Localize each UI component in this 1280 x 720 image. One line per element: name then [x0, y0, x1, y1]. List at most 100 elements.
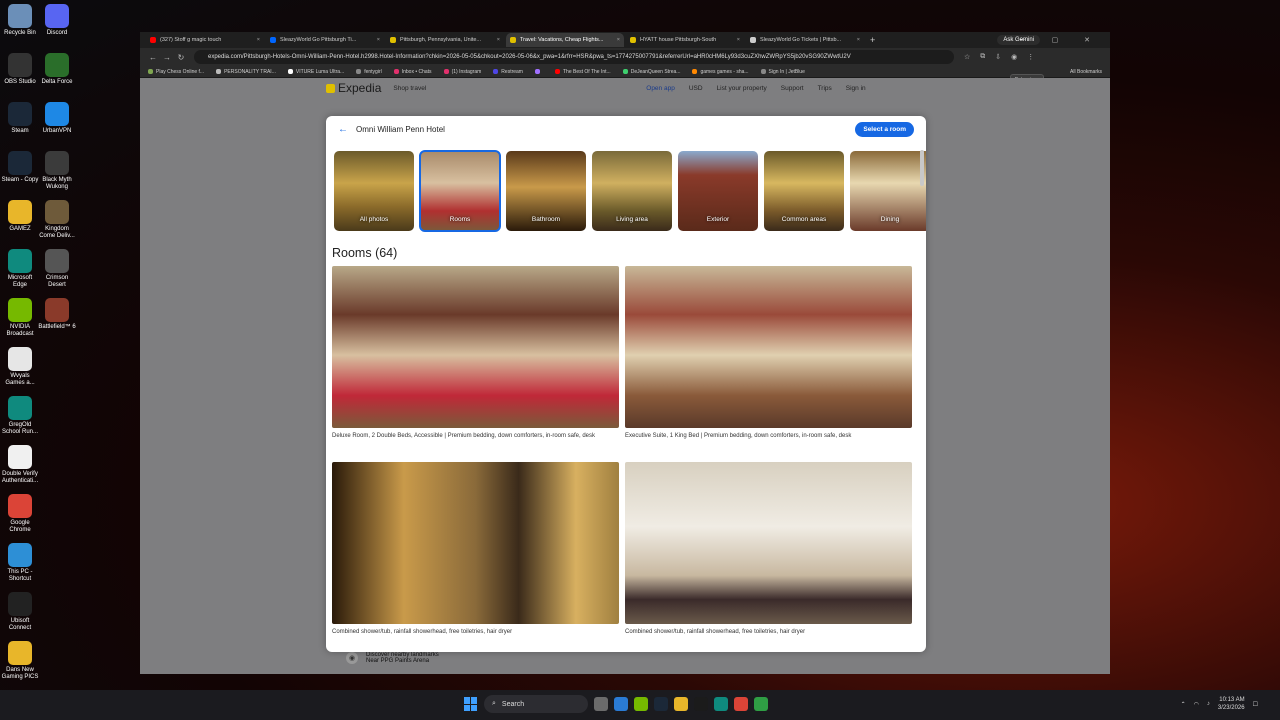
url-input[interactable]: expedia.com/Pittsburgh-Hotels-Omni-Willi… [194, 50, 954, 64]
desktop-icon[interactable]: Steam - Copy [0, 151, 40, 184]
nearby-landmarks[interactable]: ◉ Discover nearby landmarks Near PPG Pai… [346, 652, 439, 664]
calculator-icon[interactable] [694, 697, 708, 711]
desktop-icon[interactable]: Google Chrome [0, 494, 40, 534]
chevron-up-icon[interactable]: ⌃ [1181, 701, 1186, 708]
room-photo[interactable] [625, 462, 912, 624]
open-app-link[interactable]: Open app [646, 85, 675, 92]
close-tab-icon[interactable]: × [377, 37, 380, 43]
bookmark-item[interactable]: Restream [493, 69, 523, 75]
browser-tab[interactable]: (327) Stoff g magic touch × [146, 33, 264, 47]
close-tab-icon[interactable]: × [257, 37, 260, 43]
desktop-icon[interactable]: Dans New Gaming PICS [0, 641, 40, 681]
reload-icon[interactable]: ↻ [174, 53, 188, 62]
chrome-icon[interactable] [734, 697, 748, 711]
photo-category[interactable]: Dining [850, 151, 926, 231]
desktop-icon[interactable]: Battlefield™ 6 [37, 298, 77, 331]
room-photo[interactable] [332, 266, 619, 428]
modal-scrollbar[interactable] [920, 150, 924, 186]
windows-start-icon[interactable] [464, 697, 478, 711]
expedia-logo[interactable]: Expedia [326, 81, 381, 95]
desktop-icon[interactable]: Ubisoft Connect [0, 592, 40, 632]
room-photo[interactable] [625, 266, 912, 428]
new-tab-button[interactable]: + [870, 35, 875, 45]
desktop-icon[interactable]: OBS Studio [0, 53, 40, 86]
browser-tab[interactable]: SleazyWorld Go Pittsburgh Ti... × [266, 33, 384, 47]
bookmark-item[interactable] [534, 69, 543, 74]
steam-icon[interactable] [654, 697, 668, 711]
select-room-button[interactable]: Select a room [855, 121, 914, 137]
window-controls[interactable]: ─ ▢ ✕ [1021, 36, 1102, 44]
menu-icon[interactable]: ⋮ [1027, 53, 1034, 61]
desktop-icon[interactable]: Double Verify Authenticati... [0, 445, 40, 485]
close-tab-icon[interactable]: × [617, 37, 620, 43]
wifi-icon[interactable]: ◠ [1194, 701, 1199, 708]
volume-icon[interactable]: ♪ [1207, 701, 1210, 707]
extensions-icon[interactable]: ⧉ [980, 53, 985, 61]
trips-link[interactable]: Trips [818, 85, 832, 92]
desktop-icon[interactable]: Microsoft Edge [0, 249, 40, 289]
bookmark-item[interactable]: The Best Of The Int... [554, 69, 611, 75]
file-explorer-icon[interactable] [674, 697, 688, 711]
desktop-icon[interactable]: Recycle Bin [0, 4, 40, 37]
forward-icon[interactable]: → [160, 53, 174, 62]
browser-tab[interactable]: SleazyWorld Go Tickets | Pittsb... × [746, 33, 864, 47]
bookmark-item[interactable]: Sign In | JetBlue [760, 69, 805, 75]
shop-travel-menu[interactable]: Shop travel [393, 85, 426, 92]
desktop-icon[interactable]: Discord [37, 4, 77, 37]
desktop-icon[interactable]: Delta Force [37, 53, 77, 86]
desktop-icon[interactable]: GAMEZ [0, 200, 40, 233]
desktop-icon[interactable]: Crimson Desert [37, 249, 77, 289]
task-view-icon[interactable] [594, 697, 608, 711]
profile-icon[interactable]: ◉ [1011, 53, 1017, 61]
chrome-icon[interactable] [754, 697, 768, 711]
desktop-icon[interactable]: GregOld School Run... [0, 396, 40, 436]
browser-tab[interactable]: Pittsburgh, Pennsylvania, Unite... × [386, 33, 504, 47]
notification-icon[interactable]: ☐ [1253, 701, 1258, 708]
room-photo-card[interactable]: Deluxe Room, 2 Double Beds, Accessible |… [332, 266, 619, 462]
bookmark-item[interactable]: DeJeanQueen Strea... [622, 69, 680, 75]
list-property-link[interactable]: List your property [717, 85, 767, 92]
close-tab-icon[interactable]: × [857, 37, 860, 43]
desktop-icon[interactable]: Steam [0, 102, 40, 135]
desktop-icon[interactable]: Wvyals Games a... [0, 347, 40, 387]
taskbar-search[interactable]: ⌕ Search [484, 695, 588, 713]
bookmark-item[interactable]: VITURE Luma Ultra... [287, 69, 344, 75]
support-link[interactable]: Support [781, 85, 804, 92]
back-icon[interactable]: ← [146, 53, 160, 62]
settings-icon[interactable] [614, 697, 628, 711]
desktop-icon[interactable]: NVIDIA Broadcast [0, 298, 40, 338]
bookmark-item[interactable]: (1) Instagram [443, 69, 481, 75]
browser-tab[interactable]: Travel: Vacations, Cheap Flights... × [506, 33, 624, 47]
desktop-icon[interactable]: Kingdom Come Deliv... [37, 200, 77, 240]
bookmark-item[interactable]: Inbox • Chats [393, 69, 432, 75]
currency-selector[interactable]: USD [689, 85, 703, 92]
desktop-icon[interactable]: Black Myth Wukong [37, 151, 77, 191]
room-photo-card[interactable]: Executive Suite, 1 King Bed | Premium be… [625, 266, 912, 462]
close-tab-icon[interactable]: × [737, 37, 740, 43]
download-icon[interactable]: ⇩ [995, 53, 1001, 61]
room-photo[interactable] [332, 462, 619, 624]
photo-category[interactable]: Living area [592, 151, 672, 231]
edge-icon[interactable] [714, 697, 728, 711]
clock[interactable]: 10:13 AM 3/23/2026 [1218, 696, 1245, 712]
desktop-icon[interactable]: This PC - Shortcut [0, 543, 40, 583]
close-tab-icon[interactable]: × [497, 37, 500, 43]
nvidia-icon[interactable] [634, 697, 648, 711]
all-bookmarks-button[interactable]: All Bookmarks [1070, 69, 1102, 75]
photo-category[interactable]: Common areas [764, 151, 844, 231]
photo-category[interactable]: All photos [334, 151, 414, 231]
room-photo-card[interactable]: Combined shower/tub, rainfall showerhead… [332, 462, 619, 652]
browser-tab[interactable]: HYATT house Pittsburgh-South × [626, 33, 744, 47]
bookmark-item[interactable]: fentygirl [356, 69, 382, 75]
room-photo-card[interactable]: Combined shower/tub, rainfall showerhead… [625, 462, 912, 652]
photo-category[interactable]: Exterior [678, 151, 758, 231]
bookmark-item[interactable]: games games - sha... [692, 69, 749, 75]
photo-category[interactable]: Rooms [419, 150, 501, 232]
bookmark-star-icon[interactable]: ☆ [964, 53, 970, 61]
desktop-icon[interactable]: UrbanVPN [37, 102, 77, 135]
back-arrow-icon[interactable]: ← [338, 124, 348, 135]
bookmark-item[interactable]: PERSONALITY TRAI... [216, 69, 276, 75]
sign-in-link[interactable]: Sign in [846, 85, 866, 92]
photo-category[interactable]: Bathroom [506, 151, 586, 231]
bookmark-item[interactable]: Play Chess Online f... [148, 69, 204, 75]
